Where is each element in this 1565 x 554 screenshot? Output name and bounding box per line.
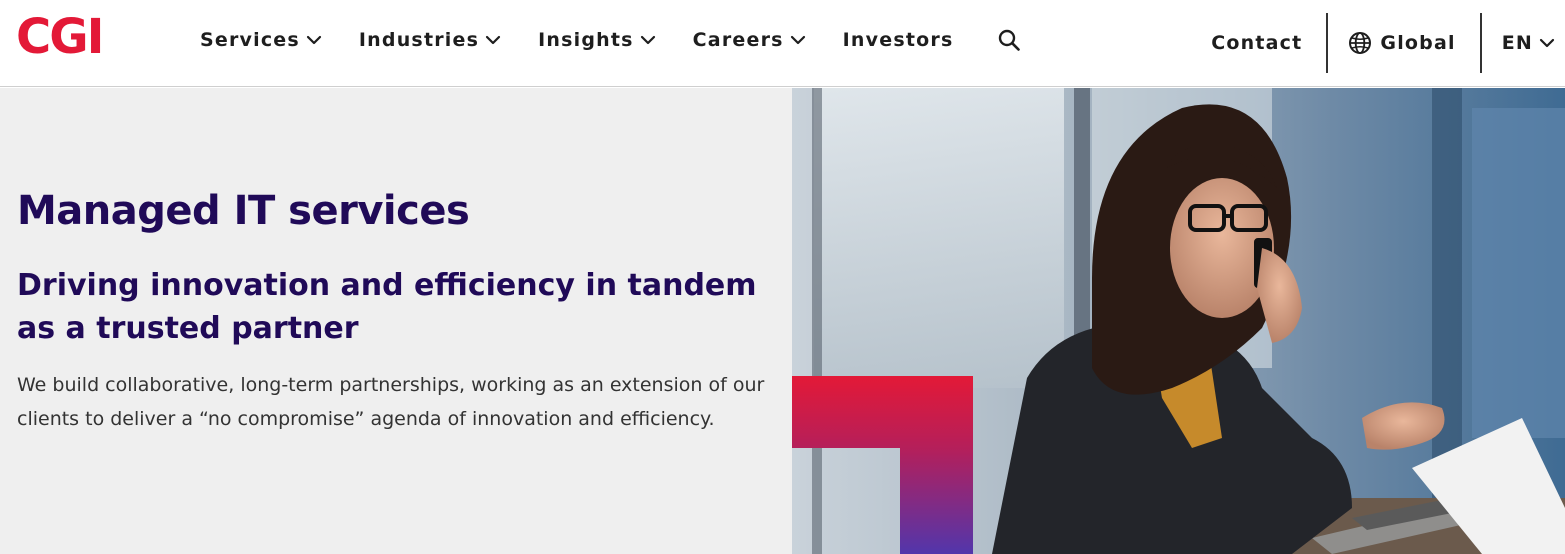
chevron-down-icon — [640, 35, 655, 45]
language-label: EN — [1501, 32, 1533, 54]
hero-subtitle: Driving innovation and efficiency in tan… — [17, 268, 757, 346]
hero-description: We build collaborative, long-term partne… — [17, 374, 765, 430]
decorative-gradient-bar — [900, 448, 973, 554]
site-header: CGI Services Industries Insights Careers… — [0, 0, 1565, 87]
search-icon — [999, 29, 1021, 51]
chevron-down-icon — [486, 35, 501, 45]
cgi-logo[interactable]: CGI — [16, 13, 104, 61]
nav-item-label: Investors — [842, 29, 954, 51]
search-button[interactable] — [995, 26, 1023, 54]
language-selector[interactable]: EN — [1482, 0, 1565, 86]
page-title: Managed IT services — [17, 188, 470, 234]
main-nav: Services Industries Insights Careers Inv… — [200, 24, 1023, 56]
utility-nav: Contact Global EN — [1211, 0, 1565, 86]
contact-link[interactable]: Contact — [1211, 0, 1326, 86]
nav-item-investors[interactable]: Investors — [843, 24, 954, 56]
global-selector[interactable]: Global — [1328, 0, 1479, 86]
chevron-down-icon — [790, 35, 805, 45]
nav-item-careers[interactable]: Careers — [693, 24, 806, 56]
contact-label: Contact — [1211, 32, 1303, 54]
nav-item-services[interactable]: Services — [200, 24, 322, 56]
globe-icon — [1349, 32, 1372, 54]
nav-item-label: Insights — [538, 29, 634, 51]
nav-item-industries[interactable]: Industries — [359, 24, 501, 56]
decorative-gradient-bar — [792, 376, 973, 448]
hero-section: Managed IT services Driving innovation a… — [0, 88, 1565, 554]
nav-item-label: Careers — [692, 29, 784, 51]
nav-item-label: Industries — [358, 29, 480, 51]
nav-item-label: Services — [200, 29, 300, 51]
chevron-down-icon — [1539, 38, 1555, 48]
nav-item-insights[interactable]: Insights — [538, 24, 656, 56]
global-label: Global — [1380, 32, 1456, 54]
chevron-down-icon — [306, 35, 322, 45]
